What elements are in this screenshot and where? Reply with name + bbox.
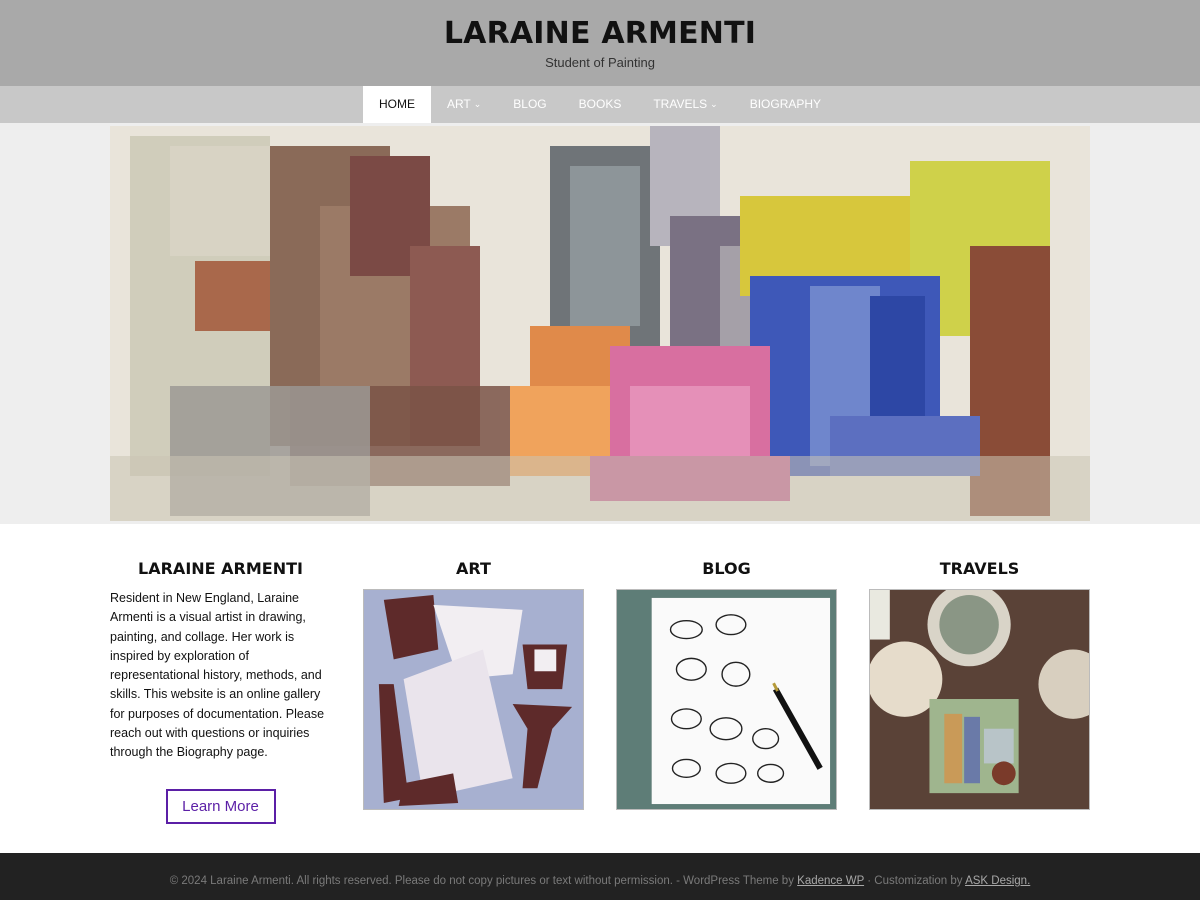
chevron-down-icon: ⌄ <box>473 99 482 109</box>
travels-title[interactable]: TRAVELS <box>869 559 1090 581</box>
site-title[interactable]: LARAINE ARMENTI <box>0 17 1200 51</box>
art-column: ART <box>363 559 584 853</box>
site-header: LARAINE ARMENTI Student of Painting <box>0 0 1200 86</box>
footer-link-ask-design[interactable]: ASK Design. <box>965 875 1030 887</box>
footer-separator: · Customization by <box>864 875 966 887</box>
footer-copyright: © 2024 Laraine Armenti. All rights reser… <box>169 875 798 887</box>
nav-item-travels[interactable]: TRAVELS ⌄ <box>637 86 733 123</box>
nav-label-art: ART <box>446 97 471 111</box>
footer-link-kadence[interactable]: Kadence WP <box>797 875 864 887</box>
nav-label-travels: TRAVELS <box>653 97 708 111</box>
nav-label-books: BOOKS <box>578 97 622 111</box>
site-tagline: Student of Painting <box>545 55 655 70</box>
about-title: LARAINE ARMENTI <box>138 559 303 578</box>
learn-more-button[interactable]: Learn More <box>165 788 276 824</box>
art-thumbnail-image[interactable] <box>363 589 584 810</box>
hero-section <box>0 123 1200 524</box>
about-column: LARAINE ARMENTI Resident in New England,… <box>110 559 331 853</box>
art-title[interactable]: ART <box>363 559 584 581</box>
nav-label-blog: BLOG <box>513 97 547 111</box>
about-text: Resident in New England, Laraine Armenti… <box>110 591 325 760</box>
nav-label-home: HOME <box>378 97 415 111</box>
nav-label-biography: BIOGRAPHY <box>749 97 822 111</box>
chevron-down-icon: ⌄ <box>710 99 718 109</box>
blog-title[interactable]: BLOG <box>616 559 837 581</box>
hero-painting-image <box>110 126 1090 521</box>
blog-thumbnail-image[interactable] <box>616 589 837 810</box>
blog-column: BLOG <box>616 559 837 853</box>
travels-column: TRAVELS <box>869 559 1090 853</box>
nav-item-blog[interactable]: BLOG <box>497 86 562 123</box>
main-navigation: HOME ART ⌄ BLOG BOOKS TRAVELS ⌄ BIOGRAPH… <box>0 86 1200 123</box>
features-row: LARAINE ARMENTI Resident in New England,… <box>0 524 1200 853</box>
nav-item-books[interactable]: BOOKS <box>563 86 638 123</box>
nav-item-art[interactable]: ART ⌄ <box>431 86 497 123</box>
nav-item-home[interactable]: HOME <box>362 86 431 123</box>
nav-item-biography[interactable]: BIOGRAPHY <box>734 86 837 123</box>
travels-thumbnail-image[interactable] <box>869 589 1090 810</box>
site-footer: © 2024 Laraine Armenti. All rights reser… <box>0 853 1200 900</box>
